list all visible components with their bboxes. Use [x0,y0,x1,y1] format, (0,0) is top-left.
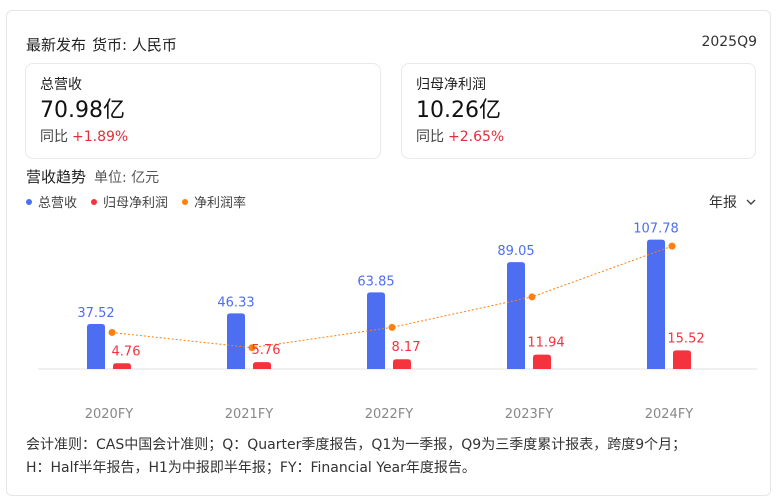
label-net-profit-2024FY: 15.52 [667,331,704,346]
footnote: 会计准则：CAS中国会计准则；Q：Quarter季度报告，Q1为一季报，Q9为三… [26,434,761,480]
label-net-profit-2022FY: 8.17 [392,340,421,355]
x-tick-2020FY: 2020FY [85,407,134,422]
bar-revenue-2022FY [367,292,385,369]
label-revenue-2020FY: 37.52 [77,306,114,321]
point-net-margin-2022FY [388,323,396,331]
bar-revenue-2024FY [647,239,665,369]
x-tick-2024FY: 2024FY [645,407,694,422]
label-revenue-2021FY: 46.33 [217,295,254,310]
x-tick-2023FY: 2023FY [505,407,554,422]
bar-net-profit-2024FY [673,350,691,369]
x-tick-2022FY: 2022FY [365,407,414,422]
revenue-trend-chart: 37.52 2020FY 46.33 2021FY 63.85 2022FY 89.05 20… [38,222,757,422]
label-revenue-2022FY: 63.85 [357,274,394,289]
label-net-profit-2021FY: 5.76 [252,343,281,358]
bar-revenue-2020FY [87,323,105,369]
label-revenue-2024FY: 107.78 [633,222,679,237]
point-net-margin-2023FY [528,293,536,301]
point-net-margin-2020FY [108,328,116,336]
bar-net-profit-2022FY [393,359,411,369]
point-net-margin-2024FY [668,242,676,250]
bar-revenue-2021FY [227,313,245,369]
x-tick-2021FY: 2021FY [225,407,274,422]
bar-net-profit-2023FY [533,354,551,369]
footnote-line-2: H：Half半年报告，H1为中报即半年报；FY：Financial Year年度… [26,460,476,476]
bar-net-profit-2021FY [253,362,271,369]
label-net-profit-2020FY: 4.76 [112,344,141,359]
bar-revenue-2023FY [507,262,525,369]
label-net-profit-2023FY: 11.94 [527,336,564,351]
bar-net-profit-2020FY [113,363,131,369]
label-revenue-2023FY: 89.05 [497,244,534,259]
line-net-margin [111,245,673,349]
footnote-line-1: 会计准则：CAS中国会计准则；Q：Quarter季度报告，Q1为一季报，Q9为三… [26,437,687,453]
